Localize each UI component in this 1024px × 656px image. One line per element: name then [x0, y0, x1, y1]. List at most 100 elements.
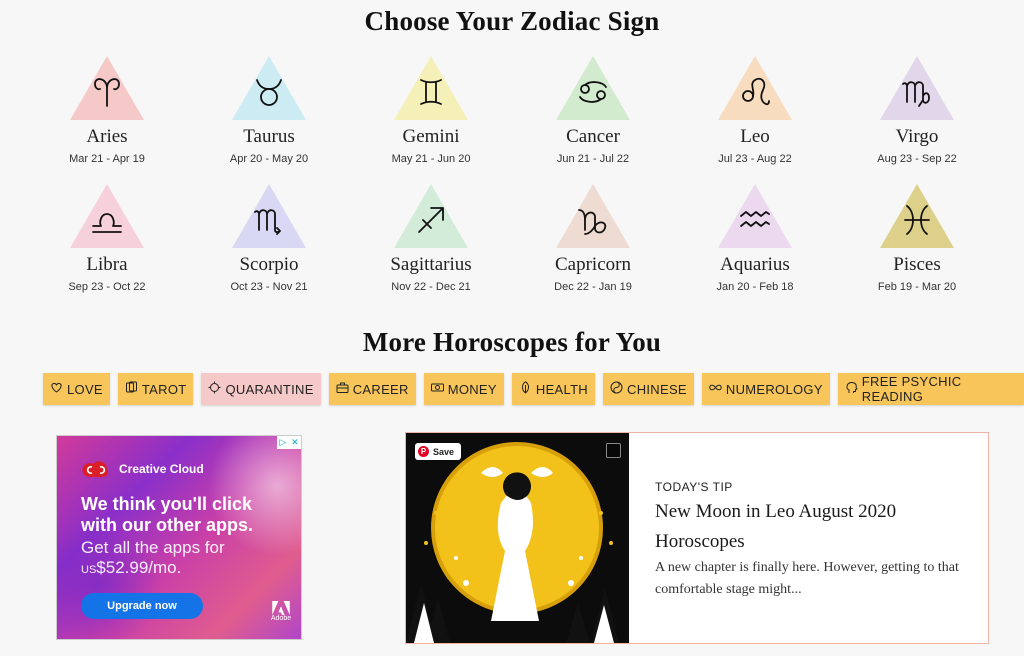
leo-icon: [718, 68, 792, 116]
tag-health[interactable]: HEALTH: [511, 373, 595, 405]
advertisement[interactable]: ▷ ✕ Creative Cloud We think you'll click …: [56, 435, 302, 640]
pinterest-save-button[interactable]: P Save: [415, 443, 462, 460]
zodiac-grid: Aries Mar 21 - Apr 19 Taurus Apr 20 - May 2…: [26, 54, 998, 298]
psychic-head-icon: [845, 381, 858, 397]
tip-label: TODAY'S TIP: [655, 480, 733, 494]
cancer-icon: [556, 68, 630, 116]
sign-dates: Nov 22 - Dec 21: [391, 281, 471, 293]
leaf-icon: [519, 381, 532, 397]
sign-dates: Sep 23 - Oct 22: [68, 281, 146, 293]
tag-chinese[interactable]: CHINESE: [603, 373, 694, 405]
sign-name: Pisces: [893, 254, 941, 275]
zodiac-sign-sagittarius[interactable]: Sagittarius Nov 22 - Dec 21: [350, 182, 512, 298]
scorpio-icon: [232, 196, 306, 244]
sign-name: Capricorn: [555, 254, 631, 275]
adobe-logo-icon: Adobe: [271, 601, 291, 629]
sign-name: Aquarius: [720, 254, 790, 275]
tag-label: CAREER: [352, 381, 409, 397]
tarot-cards-icon: [125, 381, 138, 397]
sign-name: Scorpio: [239, 254, 299, 275]
sign-name: Leo: [740, 126, 770, 147]
zodiac-sign-scorpio[interactable]: Scorpio Oct 23 - Nov 21: [188, 182, 350, 298]
ad-subline-text: Get all the apps for: [81, 538, 225, 557]
zodiac-section-title: Choose Your Zodiac Sign: [364, 6, 660, 36]
sign-dates: Apr 20 - May 20: [229, 153, 309, 165]
sign-dates: Dec 22 - Jan 19: [554, 281, 632, 293]
pinterest-icon: P: [418, 446, 429, 457]
virus-icon: [208, 381, 221, 397]
tag-numerology[interactable]: NUMEROLOGY: [701, 373, 830, 405]
adobe-wordmark: Adobe: [270, 615, 292, 622]
tag-money[interactable]: MONEY: [423, 373, 504, 405]
sign-name: Aries: [86, 126, 128, 147]
ad-price: $52.99/mo.: [96, 558, 182, 577]
sagittarius-icon: [394, 196, 468, 244]
sign-name: Gemini: [402, 126, 460, 147]
save-label: Save: [433, 446, 455, 457]
taurus-icon: [232, 68, 306, 116]
adchoices-icon[interactable]: ▷ ✕: [277, 436, 301, 449]
tag-label: FREE PSYCHIC READING: [861, 374, 962, 404]
zodiac-sign-pisces[interactable]: Pisces Feb 19 - Mar 20: [836, 182, 998, 298]
sign-dates: Oct 23 - Nov 21: [230, 281, 308, 293]
sign-dates: May 21 - Jun 20: [391, 153, 471, 165]
virgo-icon: [880, 68, 954, 116]
tip-excerpt: A new chapter is finally here. However, …: [655, 560, 959, 597]
aquarius-icon: [718, 196, 792, 244]
gemini-icon: [394, 68, 468, 116]
sign-dates: Feb 19 - Mar 20: [877, 281, 957, 293]
money-icon: [430, 381, 444, 397]
upgrade-now-button[interactable]: Upgrade now: [81, 593, 203, 619]
infinity-icon: [709, 381, 722, 397]
tag-label: HEALTH: [535, 381, 588, 397]
tag-label: MONEY: [447, 381, 497, 397]
zodiac-sign-cancer[interactable]: Cancer Jun 21 - Jul 22: [512, 54, 674, 170]
ad-subline: Get all the apps for US$52.99/mo.: [81, 538, 225, 580]
sign-name: Cancer: [566, 126, 620, 147]
heart-icon: [50, 381, 63, 397]
libra-icon: [70, 196, 144, 244]
ad-headline: We think you'll click with our other app…: [81, 494, 254, 535]
capricorn-icon: [556, 196, 630, 244]
sign-dates: Jun 21 - Jul 22: [556, 153, 630, 165]
tag-label: CHINESE: [627, 381, 687, 397]
moon-illustration: [406, 442, 619, 643]
tag-free-psychic-reading[interactable]: FREE PSYCHIC READING: [837, 373, 1024, 405]
creative-cloud-logo-icon: [81, 458, 111, 480]
todays-tip-card[interactable]: P Save TODAY'S TIP New Moon in Leo Augus…: [405, 432, 989, 644]
sign-dates: Jan 20 - Feb 18: [716, 281, 794, 293]
tag-label: LOVE: [67, 381, 103, 397]
tag-love[interactable]: LOVE: [43, 373, 110, 405]
more-horoscopes-title: More Horoscopes for You: [362, 327, 662, 357]
tip-article-image[interactable]: P Save: [406, 433, 629, 643]
tag-quarantine[interactable]: QUARANTINE: [201, 373, 321, 405]
sign-name: Sagittarius: [390, 254, 472, 275]
tag-label: NUMEROLOGY: [725, 381, 823, 397]
sign-name: Libra: [86, 254, 128, 275]
zodiac-sign-gemini[interactable]: Gemini May 21 - Jun 20: [350, 54, 512, 170]
sign-name: Taurus: [243, 126, 295, 147]
sign-name: Virgo: [895, 126, 939, 147]
aries-icon: [70, 68, 144, 116]
zodiac-sign-capricorn[interactable]: Capricorn Dec 22 - Jan 19: [512, 182, 674, 298]
tip-title[interactable]: New Moon in Leo August 2020 Horoscopes: [655, 497, 955, 557]
tag-career[interactable]: CAREER: [328, 373, 416, 405]
sign-dates: Jul 23 - Aug 22: [718, 153, 792, 165]
sign-dates: Aug 23 - Sep 22: [877, 153, 957, 165]
visual-search-icon[interactable]: [606, 443, 621, 458]
zodiac-sign-leo[interactable]: Leo Jul 23 - Aug 22: [674, 54, 836, 170]
pisces-icon: [880, 196, 954, 244]
zodiac-sign-virgo[interactable]: Virgo Aug 23 - Sep 22: [836, 54, 998, 170]
yin-yang-icon: [610, 381, 623, 397]
horoscope-tags: LOVE TAROT QUARANTINE CAREER MONEY HEALTH CHIN…: [43, 373, 1024, 405]
ad-brand-name: Creative Cloud: [119, 462, 204, 476]
briefcase-icon: [336, 381, 349, 397]
ad-brand: Creative Cloud: [81, 458, 204, 480]
tag-label: TAROT: [141, 381, 187, 397]
zodiac-sign-taurus[interactable]: Taurus Apr 20 - May 20: [188, 54, 350, 170]
tag-tarot[interactable]: TAROT: [117, 373, 194, 405]
zodiac-sign-aries[interactable]: Aries Mar 21 - Apr 19: [26, 54, 188, 170]
zodiac-sign-libra[interactable]: Libra Sep 23 - Oct 22: [26, 182, 188, 298]
zodiac-sign-aquarius[interactable]: Aquarius Jan 20 - Feb 18: [674, 182, 836, 298]
ad-price-prefix: US: [81, 564, 97, 576]
